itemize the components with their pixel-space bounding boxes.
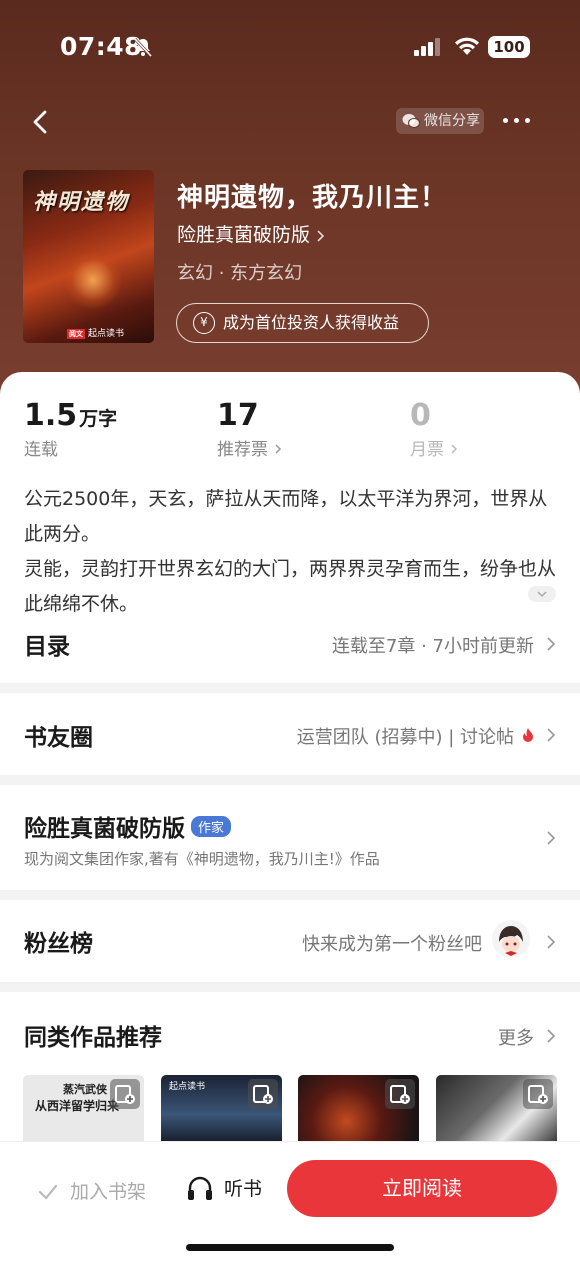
author-section-name-wrap: 险胜真菌破防版 作家 <box>24 809 232 843</box>
similar-book-line2: 从西洋留学归来 <box>35 1099 120 1113</box>
chevron-right-icon <box>451 444 458 454</box>
author-section-name: 险胜真菌破防版 <box>24 816 185 842</box>
cover-art <box>63 250 123 310</box>
catalog-row[interactable]: 目录 连载至7章 · 7小时前更新 <box>0 625 580 665</box>
cover-publisher-tag: 阅文 <box>67 329 85 339</box>
headphones-icon <box>188 1176 212 1200</box>
section-divider <box>0 775 580 785</box>
chevron-right-icon <box>547 1029 556 1043</box>
invest-label: 成为首位投资人获得收益 <box>223 313 400 332</box>
similar-books-label: 同类作品推荐 <box>24 1025 162 1051</box>
book-description: 公元2500年，天玄，萨拉从天而降，以太平洋为界河，世界从此两分。 灵能，灵韵打… <box>24 482 559 622</box>
similar-books-more[interactable]: 更多 <box>498 1024 534 1050</box>
add-to-shelf-button[interactable] <box>523 1079 553 1109</box>
word-count-value: 1.5 <box>24 398 78 433</box>
similar-books-header: 同类作品推荐 更多 <box>0 1016 580 1056</box>
checkmark-icon <box>38 1184 58 1200</box>
top-nav: 微信分享 <box>0 100 580 144</box>
book-circle-label: 书友圈 <box>24 725 93 751</box>
add-shelf-icon <box>115 1085 135 1104</box>
listen-button[interactable]: 听书 <box>186 1174 262 1201</box>
word-count-label: 连载 <box>24 440 58 460</box>
add-to-shelf-button[interactable] <box>110 1079 140 1109</box>
wechat-icon <box>402 114 420 128</box>
wechat-share-label: 微信分享 <box>424 113 480 129</box>
status-bar: 07:48 100 <box>0 30 580 64</box>
status-time: 07:48 <box>60 32 143 61</box>
wechat-share-button[interactable]: 微信分享 <box>396 108 484 134</box>
chevron-right-icon <box>317 229 325 242</box>
catalog-label: 目录 <box>24 634 70 660</box>
book-cover[interactable]: 神明遗物 阅文 起点读书 <box>23 170 154 343</box>
description-paragraph: 公元2500年，天玄，萨拉从天而降，以太平洋为界河，世界从此两分。 <box>24 488 548 545</box>
home-indicator <box>186 1244 394 1251</box>
fans-ranking-info: 快来成为第一个粉丝吧 <box>302 934 482 955</box>
monthly-votes-stat[interactable]: 0 月票 <box>410 398 458 460</box>
fan-avatar <box>492 920 530 958</box>
invest-button[interactable]: ¥ 成为首位投资人获得收益 <box>176 303 429 343</box>
section-divider <box>0 982 580 992</box>
add-shelf-icon <box>390 1085 410 1104</box>
read-now-button[interactable]: 立即阅读 <box>287 1160 557 1217</box>
cover-publisher-name: 起点读书 <box>88 329 125 339</box>
back-arrow-icon[interactable] <box>26 106 56 138</box>
add-to-bookshelf-label: 加入书架 <box>70 1181 147 1203</box>
book-genre: 玄幻 · 东方玄幻 <box>177 263 303 284</box>
chevron-down-icon <box>537 591 547 598</box>
author-section-row[interactable]: 险胜真菌破防版 作家 现为阅文集团作家,著有《神明遗物，我乃川主!》作品 <box>0 806 580 872</box>
add-to-shelf-button[interactable] <box>248 1079 278 1109</box>
chevron-right-icon <box>547 637 556 651</box>
section-divider <box>0 890 580 900</box>
similar-book-cover[interactable]: 蒸汽武侠 从西洋留学归来 <box>23 1075 144 1141</box>
similar-books-list: 蒸汽武侠 从西洋留学归来 起点读书 <box>0 1075 580 1141</box>
section-divider <box>0 683 580 693</box>
flame-icon <box>523 728 533 742</box>
description-paragraph: 灵能，灵韵打开世界玄幻的大门，两界界灵孕育而生，纷争也从此绵绵不休。 <box>24 558 557 615</box>
writer-badge: 作家 <box>191 816 232 837</box>
word-count-unit: 万字 <box>79 408 118 430</box>
fans-ranking-label: 粉丝榜 <box>24 931 93 957</box>
author-link[interactable]: 险胜真菌破防版 <box>177 220 326 247</box>
battery-indicator: 100 <box>488 36 530 58</box>
chevron-right-icon <box>547 935 556 949</box>
book-title: 神明遗物，我乃川主！ <box>177 183 448 213</box>
chevron-right-icon <box>547 728 556 742</box>
wifi-icon <box>455 37 479 55</box>
more-options-button[interactable] <box>500 110 534 130</box>
yen-icon: ¥ <box>193 312 215 334</box>
catalog-info: 连载至7章 · 7小时前更新 <box>331 636 534 657</box>
book-circle-row[interactable]: 书友圈 运营团队 (招募中) | 讨论帖 <box>0 715 580 755</box>
monthly-votes-label: 月票 <box>410 440 444 460</box>
recommend-votes-value: 17 <box>217 398 259 433</box>
similar-book-line1: 起点读书 <box>169 1082 206 1092</box>
silent-bell-icon <box>133 37 153 58</box>
similar-book-line1: 蒸汽武侠 <box>63 1083 107 1096</box>
cover-publisher: 阅文 起点读书 <box>67 326 124 339</box>
bottom-action-bar: 加入书架 听书 立即阅读 <box>0 1141 580 1261</box>
cover-title: 神明遗物 <box>33 190 130 215</box>
word-count-stat: 1.5 万字 连载 <box>24 398 117 460</box>
add-to-shelf-button[interactable] <box>385 1079 415 1109</box>
book-circle-info: 运营团队 (招募中) | 讨论帖 <box>296 727 514 748</box>
similar-book-cover[interactable] <box>298 1075 419 1141</box>
add-to-bookshelf-button[interactable]: 加入书架 <box>38 1177 146 1204</box>
author-bio: 现为阅文集团作家,著有《神明遗物，我乃川主!》作品 <box>24 850 380 868</box>
add-shelf-icon <box>528 1085 548 1104</box>
chevron-right-icon <box>275 444 282 454</box>
recommend-votes-label: 推荐票 <box>217 440 268 460</box>
expand-description-button[interactable] <box>528 586 556 602</box>
anime-character-icon <box>499 926 523 956</box>
recommend-votes-stat[interactable]: 17 推荐票 <box>217 398 282 460</box>
author-name: 险胜真菌破防版 <box>177 224 311 246</box>
add-shelf-icon <box>253 1085 273 1104</box>
monthly-votes-value: 0 <box>410 398 431 433</box>
cellular-signal-icon <box>414 38 440 56</box>
listen-label: 听书 <box>224 1178 263 1200</box>
similar-book-cover[interactable] <box>436 1075 557 1141</box>
chevron-right-icon <box>547 831 556 845</box>
similar-book-cover[interactable]: 起点读书 <box>161 1075 282 1141</box>
